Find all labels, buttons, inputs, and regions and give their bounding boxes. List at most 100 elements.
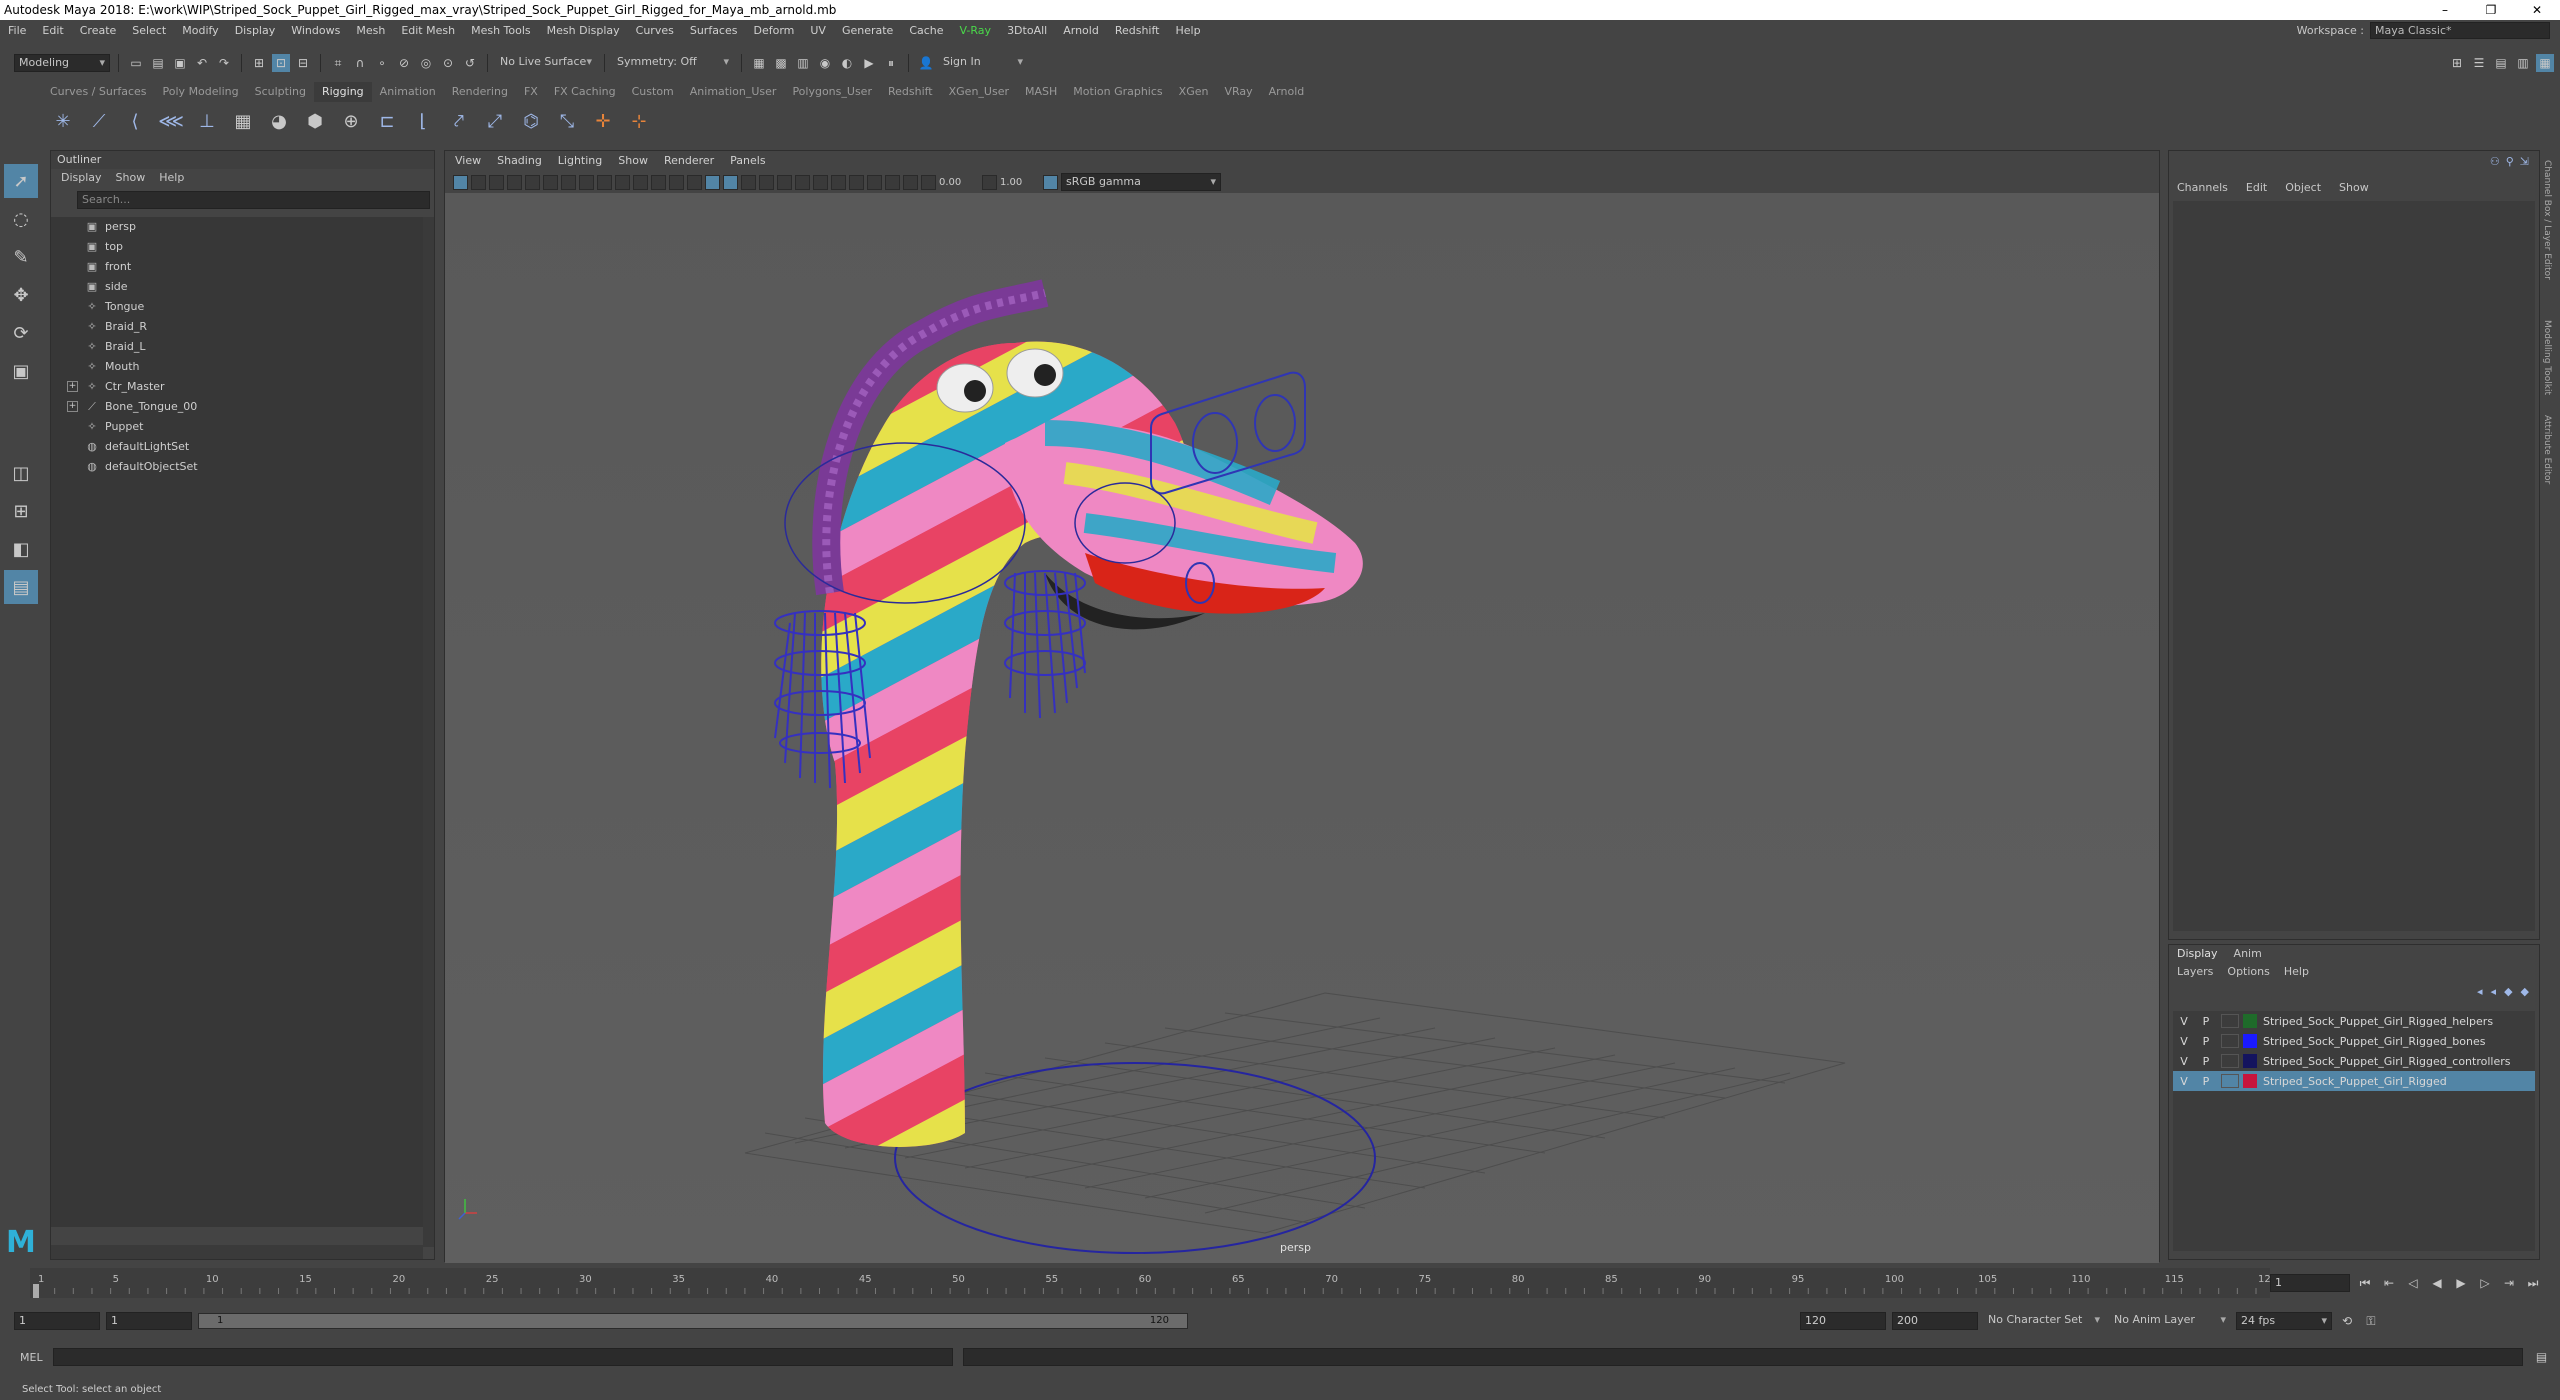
viewport-menu-show[interactable]: Show	[618, 151, 648, 171]
modeling-toolkit-icon[interactable]: ⊞	[2448, 54, 2466, 72]
menu-cache[interactable]: Cache	[901, 20, 951, 42]
pole-vector-icon[interactable]: ⊹	[624, 106, 654, 136]
viewport-canvas[interactable]	[445, 193, 2159, 1263]
menu-windows[interactable]: Windows	[283, 20, 348, 42]
outliner-layout-icon[interactable]: ▤	[4, 570, 38, 604]
hypershade-icon[interactable]: ◐	[838, 54, 856, 72]
play-backwards-icon[interactable]: ◀	[2428, 1274, 2446, 1292]
orient-constraint-icon[interactable]: ⤢	[480, 106, 510, 136]
menu-display[interactable]: Display	[227, 20, 284, 42]
outliner-item[interactable]: ◍ defaultObjectSet	[51, 457, 423, 477]
step-forward-key-icon[interactable]: ⇥	[2500, 1274, 2518, 1292]
layer-playback-toggle[interactable]: P	[2195, 1015, 2217, 1028]
loop-icon[interactable]: ⟲	[2338, 1312, 2356, 1330]
layer-color-swatch[interactable]	[2243, 1034, 2257, 1048]
layer-type-toggle[interactable]	[2221, 1074, 2239, 1088]
textured-icon[interactable]	[723, 174, 738, 190]
select-object-icon[interactable]: ⊡	[272, 54, 290, 72]
character-set-dropdown[interactable]: No Character Set	[1984, 1312, 2104, 1330]
channels-menu[interactable]: Channels	[2177, 175, 2228, 201]
2d-pan-icon[interactable]	[525, 174, 540, 190]
shelf-tab-mash[interactable]: MASH	[1017, 82, 1065, 102]
exposure-field[interactable]: 0.00	[939, 177, 979, 188]
character-icon[interactable]: ⚇	[2490, 155, 2500, 168]
point-constraint-icon[interactable]: ⤤	[444, 106, 474, 136]
new-scene-icon[interactable]: ▭	[127, 54, 145, 72]
ipr-render-icon[interactable]: ▥	[794, 54, 812, 72]
xray-icon[interactable]	[867, 174, 882, 190]
menu-redshift[interactable]: Redshift	[1107, 20, 1168, 42]
select-tool-icon[interactable]: ➚	[4, 164, 38, 198]
current-time-marker[interactable]	[33, 1284, 39, 1298]
playback-end-field[interactable]: 120	[1800, 1312, 1886, 1330]
menu-surfaces[interactable]: Surfaces	[682, 20, 746, 42]
outliner-item[interactable]: ✧ Tongue	[51, 297, 423, 317]
outliner-item[interactable]: ▣ persp	[51, 217, 423, 237]
scale-tool-icon[interactable]: ▣	[4, 354, 38, 388]
anim-layer-dropdown[interactable]: No Anim Layer	[2110, 1312, 2230, 1330]
menu-create[interactable]: Create	[72, 20, 125, 42]
camera-attr-icon[interactable]	[471, 174, 486, 190]
shelf-tab-rendering[interactable]: Rendering	[444, 82, 516, 102]
tool-settings-icon[interactable]: ▤	[2492, 54, 2510, 72]
layer-tab-display[interactable]: Display	[2177, 945, 2218, 963]
shelf-tab-polygons-user[interactable]: Polygons_User	[784, 82, 880, 102]
step-back-key-icon[interactable]: ⇤	[2380, 1274, 2398, 1292]
parent-constraint-icon[interactable]: ⌊	[408, 106, 438, 136]
layer-type-toggle[interactable]	[2221, 1034, 2239, 1048]
film-gate-icon[interactable]	[579, 174, 594, 190]
safe-action-icon[interactable]	[651, 174, 666, 190]
cluster-icon[interactable]: ◕	[264, 106, 294, 136]
menu-mesh[interactable]: Mesh	[348, 20, 393, 42]
attribute-editor-icon[interactable]: ☰	[2470, 54, 2488, 72]
shelf-tab-xgen[interactable]: XGen	[1171, 82, 1217, 102]
resolution-gate-icon[interactable]	[597, 174, 612, 190]
color-management-icon[interactable]	[1043, 174, 1058, 190]
shelf-tab-curves-surfaces[interactable]: Curves / Surfaces	[42, 82, 155, 102]
outliner-menu-display[interactable]: Display	[61, 169, 102, 187]
shadows-icon[interactable]	[759, 174, 774, 190]
two-view-icon[interactable]: ◧	[4, 532, 38, 566]
isolate-select-icon[interactable]	[849, 174, 864, 190]
menu-file[interactable]: File	[0, 20, 34, 42]
menu-select[interactable]: Select	[124, 20, 174, 42]
shelf-tab-rigging[interactable]: Rigging	[313, 82, 372, 102]
minimize-button[interactable]: –	[2422, 0, 2468, 20]
open-scene-icon[interactable]: ▤	[149, 54, 167, 72]
orient-joint-icon[interactable]: ⊥	[192, 106, 222, 136]
command-language-label[interactable]: MEL	[20, 1351, 43, 1364]
save-scene-icon[interactable]: ▣	[171, 54, 189, 72]
menu-help[interactable]: Help	[1167, 20, 1208, 42]
layer-color-swatch[interactable]	[2243, 1074, 2257, 1088]
rotate-tool-icon[interactable]: ⟳	[4, 316, 38, 350]
snap-grid-icon[interactable]: ⌗	[329, 54, 347, 72]
fps-dropdown[interactable]: 24 fps	[2236, 1312, 2332, 1330]
shelf-tab-redshift[interactable]: Redshift	[880, 82, 941, 102]
image-plane-icon[interactable]	[507, 174, 522, 190]
snap-view-icon[interactable]: ⊘	[395, 54, 413, 72]
scale-constraint-icon[interactable]: ⌬	[516, 106, 546, 136]
layer-visibility-toggle[interactable]: V	[2173, 1015, 2195, 1028]
viewport-menu-lighting[interactable]: Lighting	[558, 151, 602, 171]
ik-handle-icon[interactable]: ⟋	[84, 106, 114, 136]
channels-edit-menu[interactable]: Edit	[2246, 175, 2267, 201]
current-frame-field[interactable]: 1	[2270, 1274, 2350, 1292]
outliner-item[interactable]: ✧ Braid_R	[51, 317, 423, 337]
new-empty-layer-icon[interactable]: ◆	[2504, 985, 2512, 998]
mirror-joint-icon[interactable]: ⋘	[156, 106, 186, 136]
four-view-icon[interactable]: ⊞	[4, 494, 38, 528]
step-forward-frame-icon[interactable]: ▷	[2476, 1274, 2494, 1292]
outliner-item[interactable]: ▣ front	[51, 257, 423, 277]
menu-generate[interactable]: Generate	[834, 20, 901, 42]
channels-show-menu[interactable]: Show	[2339, 175, 2369, 201]
shelf-tab-xgen-user[interactable]: XGen_User	[941, 82, 1017, 102]
xray-joints-icon[interactable]	[885, 174, 900, 190]
render-settings-icon[interactable]: ◉	[816, 54, 834, 72]
grease-pencil-icon[interactable]	[543, 174, 558, 190]
go-to-end-icon[interactable]: ⏭	[2524, 1274, 2542, 1292]
outliner-item[interactable]: ✧ Puppet	[51, 417, 423, 437]
outliner-item[interactable]: + ⟋ Bone_Tongue_00	[51, 397, 423, 417]
shelf-tab-poly-modeling[interactable]: Poly Modeling	[155, 82, 247, 102]
layer-tab-anim[interactable]: Anim	[2234, 945, 2262, 963]
move-layer-down-icon[interactable]: ◂	[2491, 985, 2497, 998]
